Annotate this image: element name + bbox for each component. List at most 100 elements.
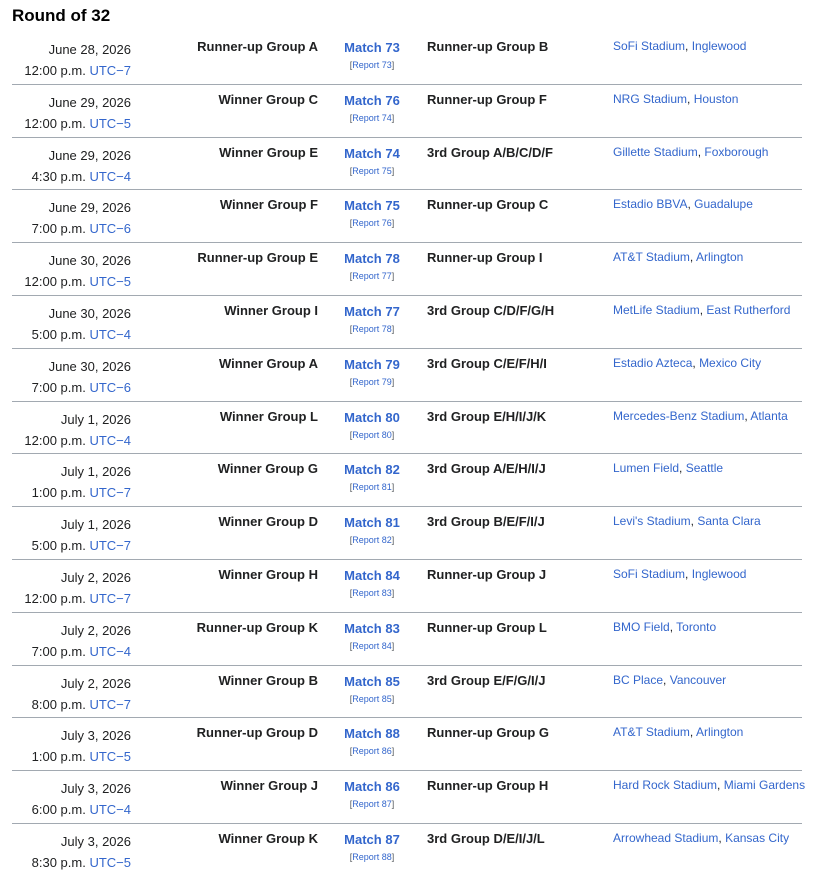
stadium-link[interactable]: BC Place	[613, 673, 663, 687]
timezone-link[interactable]: UTC−6	[89, 380, 131, 395]
city-link[interactable]: Mexico City	[699, 356, 761, 370]
timezone-link[interactable]: UTC−6	[89, 221, 131, 236]
city-link[interactable]: Foxborough	[704, 145, 768, 159]
match-link[interactable]: Match 73	[334, 39, 410, 57]
stadium-link[interactable]: Levi's Stadium	[613, 514, 691, 528]
city-link[interactable]: Vancouver	[670, 673, 726, 687]
match-link[interactable]: Match 87	[334, 831, 410, 849]
match-link[interactable]: Match 78	[334, 250, 410, 268]
stadium-link[interactable]: Estadio BBVA	[613, 197, 687, 211]
timezone-link[interactable]: UTC−4	[89, 433, 131, 448]
report-link[interactable]: Report 78	[352, 324, 392, 334]
report-link[interactable]: Report 80	[352, 430, 392, 440]
timezone-link[interactable]: UTC−4	[89, 644, 131, 659]
report-link[interactable]: Report 82	[352, 535, 392, 545]
report-link[interactable]: Report 84	[352, 641, 392, 651]
report-link[interactable]: Report 88	[352, 852, 392, 862]
stadium-link[interactable]: Arrowhead Stadium	[613, 831, 718, 845]
match-date: June 30, 2026	[48, 305, 131, 321]
city-link[interactable]: Inglewood	[692, 567, 747, 581]
report-link[interactable]: Report 74	[352, 113, 392, 123]
bracket-close: ]	[391, 746, 395, 757]
match-time-line: 4:30 p.m. UTC−4	[32, 166, 131, 187]
stadium-link[interactable]: NRG Stadium	[613, 92, 687, 106]
city-link[interactable]: Toronto	[676, 620, 716, 634]
match-link[interactable]: Match 84	[334, 567, 410, 585]
timezone-link[interactable]: UTC−5	[89, 749, 131, 764]
stadium-link[interactable]: Estadio Azteca	[613, 356, 692, 370]
city-link[interactable]: Houston	[694, 92, 739, 106]
timezone-link[interactable]: UTC−7	[89, 538, 131, 553]
stadium-link[interactable]: AT&T Stadium	[613, 250, 690, 264]
city-link[interactable]: Kansas City	[725, 831, 789, 845]
report-link[interactable]: Report 76	[352, 218, 392, 228]
timezone-link[interactable]: UTC−4	[89, 327, 131, 342]
report-link[interactable]: Report 73	[352, 60, 392, 70]
report-link[interactable]: Report 87	[352, 799, 392, 809]
stadium-link[interactable]: Gillette Stadium	[613, 145, 698, 159]
match-date: July 1, 2026	[60, 411, 131, 427]
stadium-link[interactable]: AT&T Stadium	[613, 725, 690, 739]
timezone-link[interactable]: UTC−4	[89, 802, 131, 817]
city-link[interactable]: Seattle	[686, 461, 723, 475]
timezone-link[interactable]: UTC−5	[89, 855, 131, 870]
match-link[interactable]: Match 85	[334, 673, 410, 691]
match-date: June 30, 2026	[48, 358, 131, 374]
stadium-link[interactable]: Hard Rock Stadium	[613, 778, 717, 792]
timezone-link[interactable]: UTC−7	[89, 485, 131, 500]
venue-separator: ,	[685, 566, 692, 581]
city-link[interactable]: Guadalupe	[694, 197, 753, 211]
report-link[interactable]: Report 83	[352, 588, 392, 598]
match-link[interactable]: Match 82	[334, 461, 410, 479]
timezone-link[interactable]: UTC−7	[89, 63, 131, 78]
away-team: Runner-up Group J	[427, 566, 547, 582]
match-link[interactable]: Match 79	[334, 356, 410, 374]
report-link-wrap: [Report 83]	[334, 586, 410, 600]
city-link[interactable]: Arlington	[696, 725, 743, 739]
city-link[interactable]: Atlanta	[750, 409, 787, 423]
match-row: June 29, 2026 7:00 p.m. UTC−6 Winner Gro…	[12, 190, 802, 244]
timezone-link[interactable]: UTC−4	[89, 169, 131, 184]
stadium-link[interactable]: SoFi Stadium	[613, 39, 685, 53]
report-link[interactable]: Report 81	[352, 482, 392, 492]
match-link[interactable]: Match 74	[334, 145, 410, 163]
match-list: June 28, 2026 12:00 p.m. UTC−7 Runner-up…	[12, 32, 805, 877]
match-time: 12:00 p.m.	[24, 590, 86, 606]
match-info: Match 79 [Report 79]	[334, 356, 410, 389]
stadium-link[interactable]: MetLife Stadium	[613, 303, 700, 317]
match-link[interactable]: Match 77	[334, 303, 410, 321]
timezone-link[interactable]: UTC−5	[89, 274, 131, 289]
report-link-wrap: [Report 80]	[334, 428, 410, 442]
bracket-close: ]	[391, 429, 395, 440]
stadium-link[interactable]: Mercedes-Benz Stadium	[613, 409, 744, 423]
timezone-link[interactable]: UTC−7	[89, 591, 131, 606]
city-link[interactable]: Santa Clara	[697, 514, 760, 528]
match-link[interactable]: Match 76	[334, 92, 410, 110]
report-link[interactable]: Report 77	[352, 271, 392, 281]
match-datetime: July 1, 2026 12:00 p.m. UTC−4	[24, 409, 131, 451]
city-link[interactable]: Miami Gardens	[724, 778, 805, 792]
match-link[interactable]: Match 80	[334, 409, 410, 427]
bracket-close: ]	[391, 587, 395, 598]
match-link[interactable]: Match 81	[334, 514, 410, 532]
stadium-link[interactable]: SoFi Stadium	[613, 567, 685, 581]
report-link[interactable]: Report 75	[352, 166, 392, 176]
match-time: 12:00 p.m.	[24, 432, 86, 448]
report-link[interactable]: Report 79	[352, 377, 392, 387]
match-link[interactable]: Match 83	[334, 620, 410, 638]
city-link[interactable]: East Rutherford	[706, 303, 790, 317]
venue: NRG Stadium, Houston	[613, 92, 738, 106]
match-link[interactable]: Match 86	[334, 778, 410, 796]
report-link[interactable]: Report 85	[352, 694, 392, 704]
city-link[interactable]: Inglewood	[692, 39, 747, 53]
timezone-link[interactable]: UTC−7	[89, 697, 131, 712]
match-link[interactable]: Match 88	[334, 725, 410, 743]
city-link[interactable]: Arlington	[696, 250, 743, 264]
report-link[interactable]: Report 86	[352, 746, 392, 756]
timezone-link[interactable]: UTC−5	[89, 116, 131, 131]
report-link-wrap: [Report 76]	[334, 216, 410, 230]
stadium-link[interactable]: Lumen Field	[613, 461, 679, 475]
match-link[interactable]: Match 75	[334, 197, 410, 215]
stadium-link[interactable]: BMO Field	[613, 620, 670, 634]
match-info: Match 74 [Report 75]	[334, 145, 410, 178]
